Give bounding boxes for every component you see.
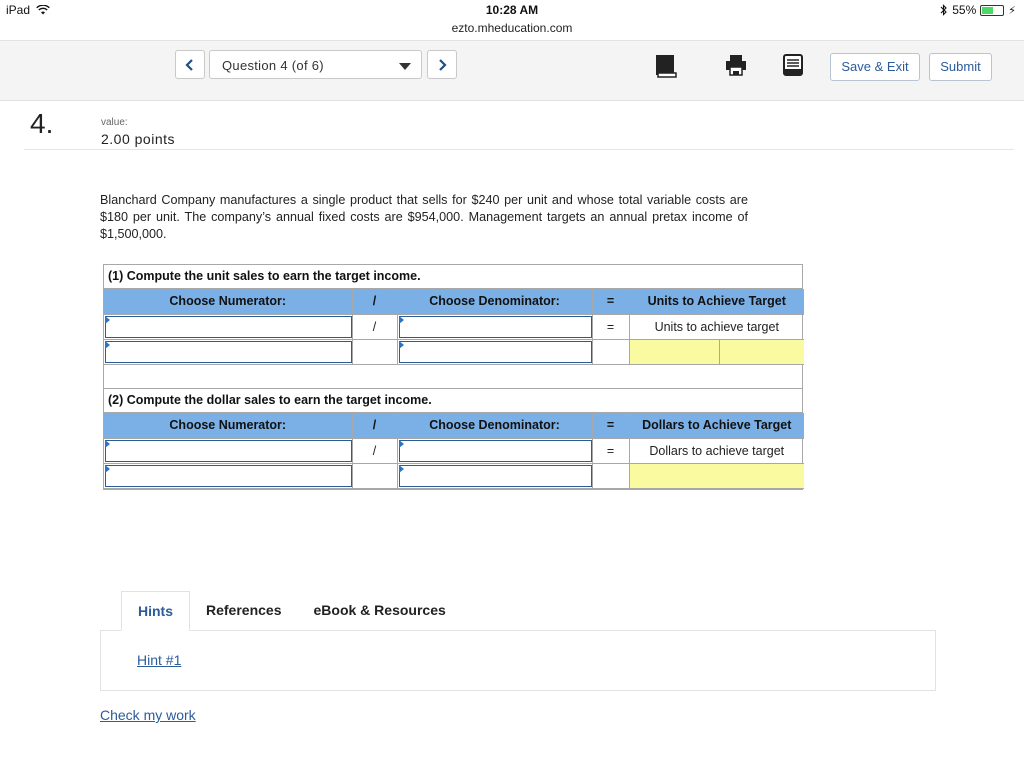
numerator-header: Choose Numerator: bbox=[104, 413, 353, 439]
numerator-header: Choose Numerator: bbox=[104, 289, 353, 315]
value-label: value: bbox=[101, 117, 128, 128]
numerator-input[interactable] bbox=[104, 338, 353, 365]
result-label: Units to achieve target bbox=[628, 313, 805, 340]
charging-icon: ⚡ bbox=[1008, 4, 1016, 17]
tab-hints[interactable]: Hints bbox=[121, 591, 190, 631]
denominator-dropdown[interactable] bbox=[396, 437, 593, 464]
denominator-input[interactable] bbox=[396, 338, 593, 365]
result-header: Dollars to Achieve Target bbox=[628, 413, 804, 439]
equals-sign: = bbox=[591, 437, 630, 464]
empty-cell bbox=[591, 462, 630, 489]
denominator-dropdown[interactable] bbox=[396, 313, 593, 340]
equals-header: = bbox=[591, 413, 630, 439]
table-row: / = Units to achieve target bbox=[104, 313, 805, 340]
table-row bbox=[104, 462, 804, 489]
equals-header: = bbox=[591, 289, 630, 315]
answer-input[interactable] bbox=[628, 338, 720, 365]
denominator-header: Choose Denominator: bbox=[396, 289, 593, 315]
denominator-input[interactable] bbox=[396, 462, 593, 489]
worksheet-title: (2) Compute the dollar sales to earn the… bbox=[104, 389, 802, 413]
check-my-work-link[interactable]: Check my work bbox=[100, 707, 196, 723]
table-row: / = Dollars to achieve target bbox=[104, 437, 804, 464]
resource-tabs: Hints References eBook & Resources bbox=[121, 591, 462, 631]
unit-sales-worksheet: (1) Compute the unit sales to earn the t… bbox=[103, 264, 805, 389]
worksheet-table: Choose Numerator: / Choose Denominator: … bbox=[104, 413, 804, 489]
previous-question-button[interactable] bbox=[175, 50, 205, 79]
clock: 10:28 AM bbox=[485, 3, 539, 17]
submit-button[interactable]: Submit bbox=[929, 53, 992, 81]
divide-sign: / bbox=[351, 313, 398, 340]
divide-header: / bbox=[351, 413, 398, 439]
equals-sign: = bbox=[591, 313, 630, 340]
question-navigation: Question 4 (of 6) Save & Exit Submit bbox=[0, 40, 1024, 101]
answer-input[interactable] bbox=[718, 338, 805, 365]
battery-icon bbox=[980, 4, 1005, 16]
status-right: 55% ⚡ bbox=[940, 3, 1016, 17]
answer-input[interactable] bbox=[628, 462, 804, 489]
problem-statement: Blanchard Company manufactures a single … bbox=[100, 193, 748, 241]
points-value: 2.00 points bbox=[101, 131, 175, 147]
question-number: 4. bbox=[30, 108, 54, 139]
question-select[interactable]: Question 4 (of 6) bbox=[209, 50, 422, 79]
worksheet-table: Choose Numerator: / Choose Denominator: … bbox=[104, 289, 805, 365]
notes-icon[interactable] bbox=[783, 54, 803, 76]
result-header: Units to Achieve Target bbox=[628, 289, 805, 315]
save-exit-button[interactable]: Save & Exit bbox=[830, 53, 920, 81]
empty-cell bbox=[591, 338, 630, 365]
hint-link[interactable]: Hint #1 bbox=[137, 652, 181, 668]
chevron-right-icon bbox=[439, 59, 447, 71]
denominator-header: Choose Denominator: bbox=[396, 413, 593, 439]
empty-cell bbox=[351, 462, 398, 489]
numerator-dropdown[interactable] bbox=[104, 437, 353, 464]
divider bbox=[24, 149, 1014, 150]
print-icon[interactable] bbox=[725, 54, 747, 76]
table-header-row: Choose Numerator: / Choose Denominator: … bbox=[104, 289, 805, 315]
hints-panel bbox=[100, 630, 936, 691]
numerator-dropdown[interactable] bbox=[104, 313, 353, 340]
divide-header: / bbox=[351, 289, 398, 315]
chevron-down-icon bbox=[399, 63, 411, 70]
question-select-value: Question 4 (of 6) bbox=[222, 58, 324, 73]
book-icon[interactable] bbox=[655, 54, 677, 78]
divide-sign: / bbox=[351, 437, 398, 464]
numerator-input[interactable] bbox=[104, 462, 353, 489]
dollar-sales-worksheet: (2) Compute the dollar sales to earn the… bbox=[103, 388, 804, 490]
table-row bbox=[104, 338, 805, 365]
status-bar: iPad 10:28 AM 55% ⚡ bbox=[0, 0, 1024, 20]
tab-references[interactable]: References bbox=[190, 591, 298, 631]
next-question-button[interactable] bbox=[427, 50, 457, 79]
url-bar[interactable]: ezto.mheducation.com bbox=[0, 21, 1024, 35]
result-label: Dollars to achieve target bbox=[628, 437, 804, 464]
table-header-row: Choose Numerator: / Choose Denominator: … bbox=[104, 413, 804, 439]
battery-percent: 55% bbox=[952, 3, 977, 17]
worksheet-title: (1) Compute the unit sales to earn the t… bbox=[104, 265, 802, 289]
empty-cell bbox=[351, 338, 398, 365]
bluetooth-icon bbox=[940, 4, 948, 16]
chevron-left-icon bbox=[185, 59, 193, 71]
tab-ebook-resources[interactable]: eBook & Resources bbox=[298, 591, 462, 631]
